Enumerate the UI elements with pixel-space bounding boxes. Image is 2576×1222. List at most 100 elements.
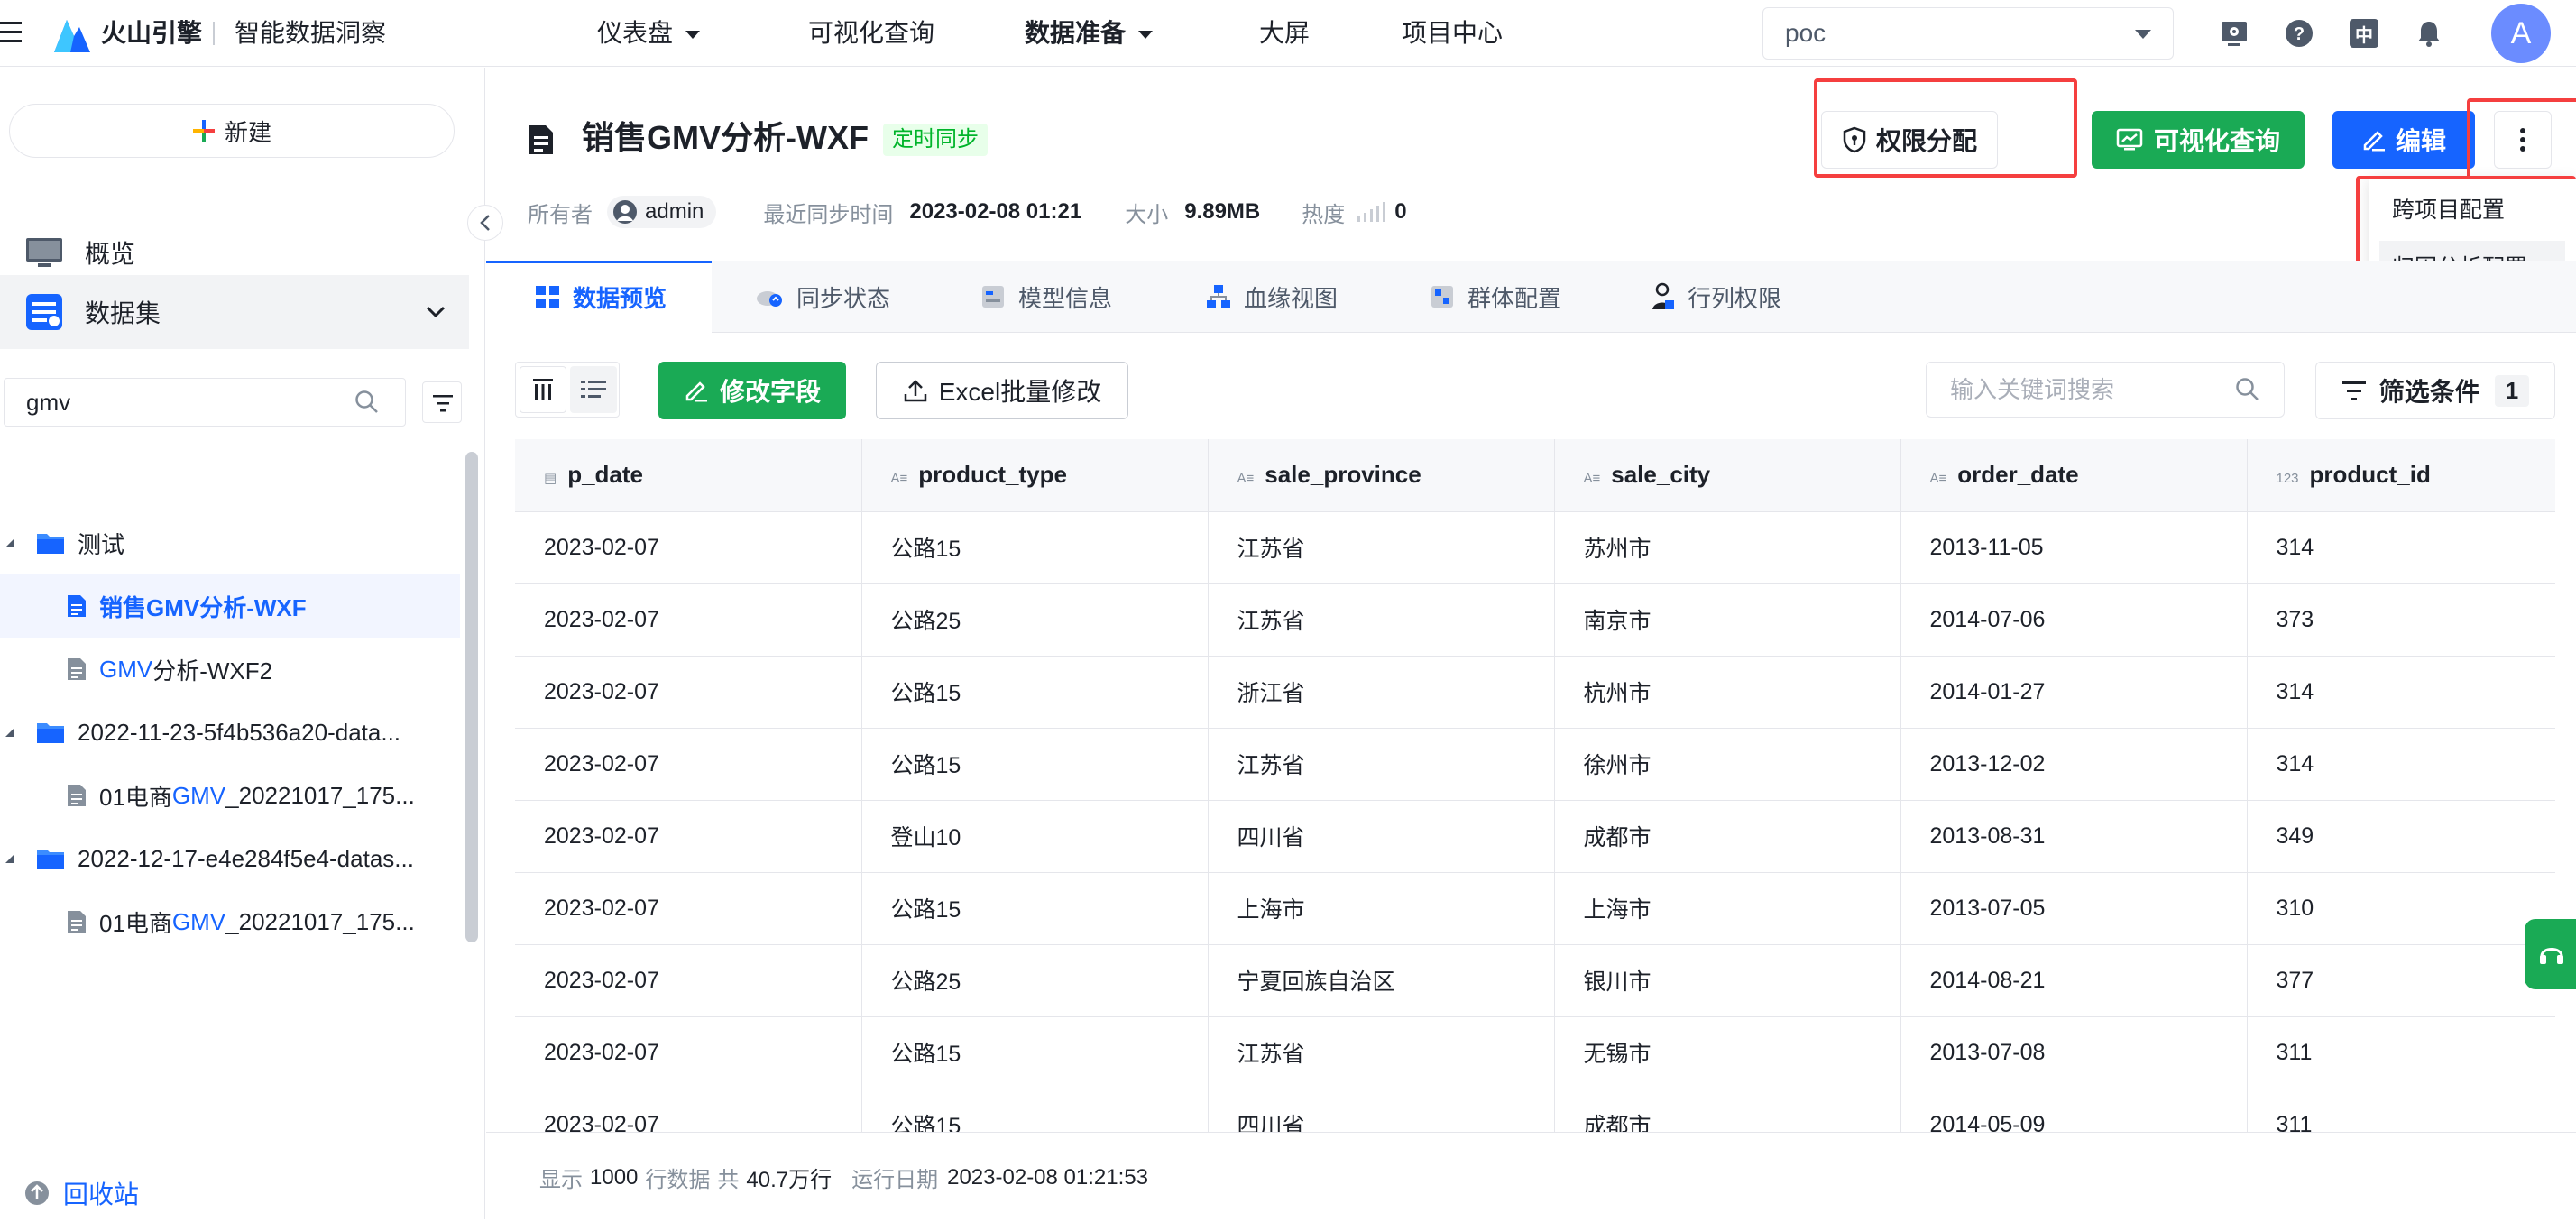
caret-expanded-icon[interactable] [4, 537, 16, 549]
tree-file[interactable]: 销售GMV分析-WXF [0, 574, 460, 638]
excel-batch-button[interactable]: Excel批量修改 [876, 362, 1128, 419]
filter-conditions-button[interactable]: 筛选条件 1 [2315, 362, 2555, 419]
owner-label: 所有者 [528, 202, 593, 227]
main-content: 销售GMV分析-WXF 定时同步 所有者 admin 最近同步时间 2023-0… [486, 68, 2576, 1222]
tree-file-label: 销售GMV分析-WXF [99, 593, 307, 621]
column-header[interactable]: A≡ product_type [861, 439, 1209, 512]
owner-chip[interactable]: admin [607, 196, 717, 228]
tree-folder-label: 2022-12-17-e4e284f5e4-datas... [78, 844, 414, 872]
filter-icon [433, 395, 453, 412]
footer-run-date-label: 运行日期 [851, 1168, 939, 1192]
table-cell: 四川省 [1208, 800, 1555, 873]
menu-icon[interactable] [0, 20, 23, 47]
sidebar-item-datasets[interactable]: 数据集 [0, 275, 469, 349]
tab-model-info[interactable]: 模型信息 [980, 261, 1112, 333]
tree-file[interactable]: 01电商 GMV _20221017_175... [0, 764, 460, 827]
nav-project-center[interactable]: 项目中心 [1402, 0, 1503, 67]
column-header-label: sale_province [1265, 461, 1421, 489]
table-cell: 2013-07-05 [1900, 872, 2248, 945]
table-cell: 无锡市 [1554, 1016, 1901, 1089]
help-icon[interactable]: ? [2284, 18, 2314, 49]
language-icon[interactable]: 中 [2349, 18, 2379, 49]
chevron-down-icon [2135, 30, 2151, 39]
tree-file[interactable]: 01电商 GMV _20221017_175... [0, 890, 460, 953]
table-cell: 314 [2247, 511, 2555, 584]
nav-visual-query-label: 可视化查询 [808, 19, 935, 47]
admin-console-icon[interactable] [2219, 18, 2249, 49]
filter-count-badge: 1 [2494, 374, 2530, 407]
size-label: 大小 [1125, 202, 1169, 227]
tree-folder-label: 测试 [78, 530, 125, 558]
table-cell: 登山10 [861, 800, 1209, 873]
owner-name: admin [645, 199, 704, 224]
volcengine-logo-icon[interactable] [51, 13, 92, 54]
table-cell: 373 [2247, 583, 2555, 657]
new-button[interactable]: 新建 [9, 104, 455, 158]
visual-query-button[interactable]: 可视化查询 [2092, 111, 2305, 169]
table-cell: 公路15 [861, 511, 1209, 584]
avatar-icon [613, 200, 637, 224]
column-header[interactable]: A≡ sale_city [1554, 439, 1901, 512]
tree-folder[interactable]: 2022-11-23-5f4b536a20-data... [0, 701, 460, 764]
nav-data-prep[interactable]: 数据准备 [1025, 0, 1154, 67]
tree-folder[interactable]: 2022-12-17-e4e284f5e4-datas... [0, 827, 460, 890]
table-cell: 江苏省 [1208, 511, 1555, 584]
table-file-icon [68, 658, 86, 680]
column-header[interactable]: ▤ p_date [515, 439, 862, 512]
table-cell: 2023-02-07 [515, 1016, 862, 1089]
tree-folder-label: 2022-11-23-5f4b536a20-data... [78, 718, 401, 746]
sidebar-search-value: gmv [26, 389, 71, 416]
table-row[interactable]: 2023-02-07 公路15 江苏省 苏州市 2013-11-05 314 [515, 511, 2555, 584]
list-view-button[interactable] [570, 366, 617, 413]
search-icon [2236, 378, 2259, 400]
cloud-sync-icon [757, 291, 782, 307]
edit-button-label: 编辑 [2395, 127, 2446, 155]
collapse-sidebar-button[interactable] [467, 205, 503, 241]
user-avatar[interactable]: A [2491, 4, 2551, 63]
tab-group-config[interactable]: 群体配置 [1430, 261, 1561, 333]
grid-view-button[interactable] [520, 366, 566, 413]
recycle-icon [25, 1181, 49, 1205]
project-select[interactable]: poc [1762, 7, 2174, 60]
recycle-bin[interactable]: 回收站 [23, 1175, 139, 1211]
table-row[interactable]: 2023-02-07 公路15 浙江省 杭州市 2014-01-27 314 [515, 656, 2555, 729]
edit-button[interactable]: 编辑 [2332, 111, 2475, 169]
table-row[interactable]: 2023-02-07 公路25 宁夏回族自治区 银川市 2014-08-21 377 [515, 944, 2555, 1017]
caret-expanded-icon[interactable] [4, 726, 16, 739]
table-row[interactable]: 2023-02-07 公路15 江苏省 徐州市 2013-12-02 314 [515, 728, 2555, 801]
table-cell: 宁夏回族自治区 [1208, 944, 1555, 1017]
table-cell: 2023-02-07 [515, 872, 862, 945]
tab-data-preview[interactable]: 数据预览 [535, 261, 667, 333]
tab-lineage-view[interactable]: 血缘视图 [1206, 261, 1338, 333]
caret-expanded-icon[interactable] [4, 852, 16, 865]
nav-dashboard[interactable]: 仪表盘 [597, 0, 701, 67]
tree-file-match: GMV [99, 655, 153, 683]
footer-show-rows: 1000 [590, 1164, 639, 1190]
footer-show-label: 显示 [539, 1168, 583, 1192]
table-cell: 江苏省 [1208, 728, 1555, 801]
tree-folder[interactable]: 测试 [0, 511, 460, 574]
column-header[interactable]: A≡ sale_province [1208, 439, 1555, 512]
notification-bell-icon[interactable] [2414, 18, 2444, 49]
data-table-wrapper: ▤ p_date A≡ product_type A≡ sale_province A≡ sa… [515, 439, 2555, 1139]
group-config-icon [1431, 286, 1453, 308]
table-search-input[interactable]: 输入关键词搜索 [1926, 362, 2285, 418]
sidebar-filter-button[interactable] [422, 381, 462, 423]
table-row[interactable]: 2023-02-07 公路15 江苏省 无锡市 2013-07-08 311 [515, 1016, 2555, 1089]
table-row[interactable]: 2023-02-07 公路15 上海市 上海市 2013-07-05 310 [515, 872, 2555, 945]
tree-file[interactable]: GMV 分析-WXF2 [0, 638, 460, 701]
sidebar-scrollbar[interactable] [465, 452, 478, 942]
table-row[interactable]: 2023-02-07 公路25 江苏省 南京市 2014-07-06 373 [515, 583, 2555, 657]
column-header[interactable]: 123 product_id [2247, 439, 2555, 512]
table-row[interactable]: 2023-02-07 登山10 四川省 成都市 2013-08-31 349 [515, 800, 2555, 873]
tab-row-col-permission[interactable]: 行列权限 [1650, 261, 1781, 333]
chevron-down-icon [426, 306, 446, 318]
table-header-row: ▤ p_date A≡ product_type A≡ sale_province A≡ sa… [515, 439, 2555, 512]
tab-sync-status[interactable]: 同步状态 [755, 261, 890, 333]
support-float-button[interactable] [2525, 919, 2576, 989]
nav-big-screen[interactable]: 大屏 [1259, 0, 1310, 67]
modify-fields-button[interactable]: 修改字段 [658, 362, 846, 419]
nav-visual-query[interactable]: 可视化查询 [808, 0, 934, 67]
sidebar-search-input[interactable]: gmv [4, 378, 406, 427]
column-header[interactable]: A≡ order_date [1900, 439, 2248, 512]
